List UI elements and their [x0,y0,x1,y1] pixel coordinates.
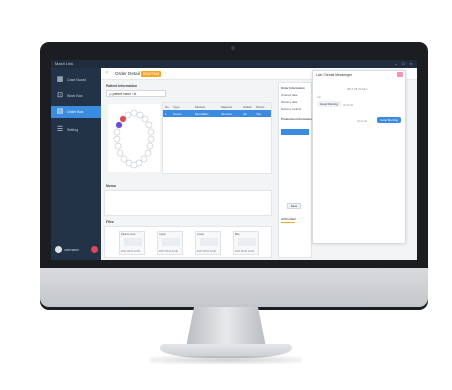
sidebar-item-label: Setting [67,128,79,132]
message-sender: Lab [317,96,321,99]
monitor-chin [40,268,428,307]
files-label: Files [106,220,114,224]
file-name: Lower [197,233,205,236]
memo-label: Memo [106,184,116,188]
app-title: MaxIt Link [55,61,74,66]
table-cell: Crown [173,112,182,116]
avatar[interactable] [55,246,62,253]
inbox-icon: ⊡ [57,92,63,99]
page-title: Order Detail [115,71,140,76]
column-header: Material [221,105,232,109]
table-cell: Monolithic [195,112,209,116]
field-label: Ordered date [281,93,298,97]
message-time: 09:22 AM [357,120,368,123]
file-name: Patient scan [121,233,136,236]
tooth-chart-diagram [113,109,155,169]
file-thumbnail [162,238,180,246]
column-header: No. [165,105,170,109]
sidebar-item-label: Order Box [67,110,84,114]
field-label: Delivery method [281,107,302,111]
save-button[interactable]: Save [287,203,301,209]
close-icon[interactable] [397,72,403,77]
file-thumbnail [124,238,142,246]
file-thumbnail [238,238,256,246]
logout-icon[interactable] [91,246,98,253]
monitor-stand-neck [186,307,266,347]
file-date: 2017-05-01 12:30 [235,250,254,253]
column-header: Type [173,105,180,109]
file-thumbnail [200,238,218,246]
sidebar-item-setting[interactable]: ☰ Setting [51,124,101,136]
table-cell: A2 [243,112,247,116]
files-panel: Patient scan 2017-05-01 12:30 Upper 2017… [104,226,272,258]
incoming-message: Good Morning [317,101,341,107]
sidebar: ▦ Case Board ⊡ Work Box ▤ Order Box ☰ Se… [51,68,101,260]
sidebar-item-order-box[interactable]: ▤ Order Box [51,106,101,118]
file-name: Bite [235,233,240,236]
sidebar-item-case-board[interactable]: ▦ Case Board [51,74,101,86]
order-icon: ▤ [56,108,64,115]
status-badge: DRAFTING [141,71,162,77]
file-date: 2017-05-01 12:30 [197,250,216,253]
monitor-shadow [150,356,302,364]
chat-title: Lab / Dental Messenger [316,73,352,77]
file-card[interactable]: Patient scan 2017-05-01 12:30 [119,231,145,255]
patient-chip[interactable]: ◎ patient name / id [106,90,166,97]
sidebar-item-label: Work Box [67,94,83,98]
status-label: All Product [281,217,296,221]
title-bar: MaxIt Link – □ × [51,60,417,68]
window-controls[interactable]: – □ × [395,61,414,66]
order-info-title: Order Information [281,86,305,90]
order-main-panel: Patient Information ◎ patient name / id [104,82,274,258]
sidebar-item-work-box[interactable]: ⊡ Work Box [51,90,101,102]
app-screen: MaxIt Link – □ × ▦ Case Board ⊡ Work Box… [51,60,417,260]
production-info-title: Production Information [281,117,312,121]
user-row: username [55,245,99,255]
file-date: 2017-05-01 12:30 [159,250,178,253]
patient-section-title: Patient Information [106,84,137,88]
column-header: Method [195,105,206,109]
sidebar-item-label: Case Board [67,78,86,82]
file-card[interactable]: Bite 2017-05-01 12:30 [233,231,259,255]
chat-date: 2017-05-01 Mon [347,87,368,91]
column-header: Pontic [256,105,265,109]
back-icon[interactable]: ‹ [106,70,108,76]
settings-icon: ☰ [56,126,64,133]
column-header: Shade [243,105,252,109]
production-row[interactable] [281,129,309,135]
memo-textarea[interactable] [104,190,272,216]
message-time: 09:20 AM [343,104,354,107]
table-row[interactable]: 1 Crown Monolithic Zirconia A2 Yes [163,110,271,117]
file-card[interactable]: Upper 2017-05-01 12:30 [157,231,183,255]
field-label: Delivery date [281,100,298,104]
file-card[interactable]: Lower 2017-05-01 12:30 [195,231,221,255]
table-cell: Yes [256,112,261,116]
user-name: username [64,248,80,252]
chat-window: Lab / Dental Messenger 2017-05-01 Mon La… [312,70,406,244]
order-info-panel: Order Information Ordered date Delivery … [278,82,312,258]
camera-dot [231,46,235,50]
file-date: 2017-05-01 12:30 [121,250,140,253]
table-header: No. Type Method Material Shade Pontic [163,103,271,110]
tooth-chart[interactable] [108,104,160,172]
file-name: Upper [159,233,167,236]
grid-icon: ▦ [56,76,64,83]
outgoing-message: Good Morning [377,117,401,123]
status-underline [281,222,295,223]
desktop-scene: MaxIt Link – □ × ▦ Case Board ⊡ Work Box… [0,0,452,390]
table-cell: 1 [165,112,167,116]
order-items-table: No. Type Method Material Shade Pontic 1 … [162,102,272,174]
table-cell: Zirconia [221,112,232,116]
